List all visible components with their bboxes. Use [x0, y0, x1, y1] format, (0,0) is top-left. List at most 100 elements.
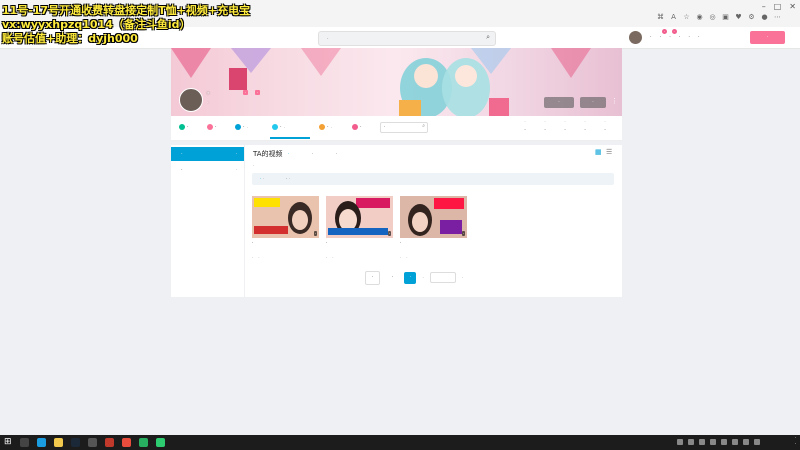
search-app-icon[interactable] — [20, 438, 29, 447]
tray-icon[interactable] — [721, 439, 727, 445]
tab-favorites[interactable]: · · — [319, 124, 332, 130]
more-icon[interactable]: ⋯ — [773, 13, 782, 22]
upload-button[interactable]: · — [750, 31, 785, 44]
edge-icon[interactable]: ◎ — [708, 13, 717, 22]
search-box[interactable]: ⌕ — [318, 31, 496, 46]
nav-dynamic[interactable]: · · — [669, 29, 677, 40]
filter-all[interactable]: · · — [260, 176, 264, 181]
nav-creator-center[interactable]: · — [698, 34, 700, 40]
nav-history[interactable]: · — [688, 34, 690, 40]
menu-label: · — [181, 151, 183, 157]
tray-icon[interactable] — [677, 439, 683, 445]
play-count: · — [326, 255, 328, 260]
nav-vip[interactable]: · — [650, 34, 652, 40]
search-input[interactable] — [327, 34, 467, 43]
avatar[interactable] — [629, 31, 642, 44]
zoom-icon[interactable]: A — [669, 13, 678, 22]
search-icon[interactable]: ⌕ — [486, 33, 490, 42]
more-icon[interactable]: ⋮ — [611, 97, 618, 105]
edge-app-icon[interactable] — [37, 438, 46, 447]
favorite-icon[interactable]: ☆ — [682, 13, 691, 22]
tray-icon[interactable] — [699, 439, 705, 445]
settings-icon[interactable]: ⚙ — [747, 13, 756, 22]
video-title[interactable]: · — [252, 240, 319, 252]
filter-label: · — [286, 176, 288, 181]
sort-tab-most-favorited[interactable]: · — [336, 151, 337, 156]
tray-icon[interactable] — [688, 439, 694, 445]
obs-app-icon[interactable] — [88, 438, 97, 447]
puzzle-icon[interactable]: ▣ — [721, 13, 730, 22]
tab-dynamic[interactable]: · — [207, 124, 217, 130]
video-meta: · · — [400, 255, 408, 260]
steam-app-icon[interactable] — [71, 438, 80, 447]
app-icon[interactable] — [105, 438, 114, 447]
nav-favorites[interactable]: · — [679, 34, 681, 40]
list-view-icon[interactable]: ☰ — [606, 148, 612, 156]
space-search-input[interactable]: · ⌕ — [380, 122, 428, 133]
tab-videos[interactable]: · · — [272, 124, 285, 130]
sort-tab-newest[interactable]: · — [288, 151, 289, 156]
thumbnail-image — [252, 196, 319, 238]
upload-date: · — [332, 255, 334, 260]
tab-home[interactable]: · — [179, 124, 189, 130]
close-icon[interactable]: ✕ — [789, 2, 796, 11]
left-menu-item-video[interactable]: · · — [171, 147, 244, 161]
system-tray — [677, 439, 760, 445]
extension-icon[interactable]: ◉ — [695, 13, 704, 22]
video-duration: · — [387, 231, 391, 236]
minimize-icon[interactable]: – — [762, 2, 766, 11]
tab-subscriptions[interactable]: · — [352, 124, 362, 130]
vip-badge: · — [255, 90, 261, 95]
video-thumbnail[interactable]: · — [252, 196, 319, 238]
profile-username[interactable]: · — [207, 90, 209, 97]
tab-label: · — [280, 124, 282, 130]
header-nav: · · · · · · · · — [650, 29, 700, 40]
windows-start-icon[interactable]: ⊞ — [4, 438, 12, 447]
maximize-icon[interactable]: □ — [774, 2, 782, 11]
thumbnail-image — [400, 196, 467, 238]
video-thumbnail[interactable]: · — [326, 196, 393, 238]
video-title[interactable]: · — [326, 240, 393, 252]
upload-date: · — [258, 255, 260, 260]
menu-count: · — [235, 151, 237, 156]
wechat-app-icon[interactable] — [156, 438, 165, 447]
stat-likes: · · — [555, 119, 575, 133]
profile-avatar[interactable] — [179, 88, 203, 112]
stat-following[interactable]: · · — [515, 119, 535, 133]
stat-followers[interactable]: · · — [535, 119, 555, 133]
tab-posts[interactable]: · · — [235, 124, 248, 130]
badge: · — [661, 29, 668, 34]
filter-entertainment[interactable]: · · — [286, 176, 290, 181]
filter-bar: · · · · — [252, 173, 614, 185]
folder-app-icon[interactable] — [54, 438, 63, 447]
search-icon[interactable]: ⌕ — [422, 123, 425, 129]
tray-icon[interactable] — [710, 439, 716, 445]
tab-label: · — [187, 124, 189, 130]
message-button[interactable]: · — [580, 97, 606, 108]
collections-icon[interactable]: ♥ — [734, 13, 743, 22]
left-menu: · · · · — [171, 145, 244, 297]
badge: · — [671, 29, 677, 34]
taskbar-apps — [20, 438, 165, 447]
overlay-line-1: 11号-17号开通收费转盘接定制T恤+视频+充电宝 — [2, 4, 251, 17]
nav-messages[interactable]: · · — [660, 29, 668, 40]
tab-label: · — [215, 124, 217, 130]
page-jump-input[interactable] — [429, 272, 456, 283]
app-icon[interactable] — [139, 438, 148, 447]
video-title[interactable]: · — [400, 240, 467, 252]
grid-view-icon[interactable]: ▦ — [595, 148, 602, 156]
sort-tab-most-played[interactable]: · — [312, 151, 313, 156]
app-icon[interactable] — [122, 438, 131, 447]
translate-icon[interactable]: ⌘ — [656, 13, 665, 22]
prev-page-button[interactable]: · — [365, 270, 381, 285]
taskbar-clock[interactable]: · · — [795, 436, 796, 448]
followed-button[interactable]: · — [544, 97, 574, 108]
video-thumbnail[interactable]: · — [400, 196, 467, 238]
volume-icon[interactable] — [754, 439, 760, 445]
page-1[interactable]: · — [386, 272, 398, 284]
wifi-icon[interactable] — [743, 439, 749, 445]
tray-icon[interactable] — [732, 439, 738, 445]
page-2-current[interactable]: · — [404, 271, 417, 284]
left-menu-item-dynamic[interactable]: · · — [171, 163, 244, 177]
profile-icon[interactable]: ● — [760, 13, 769, 22]
